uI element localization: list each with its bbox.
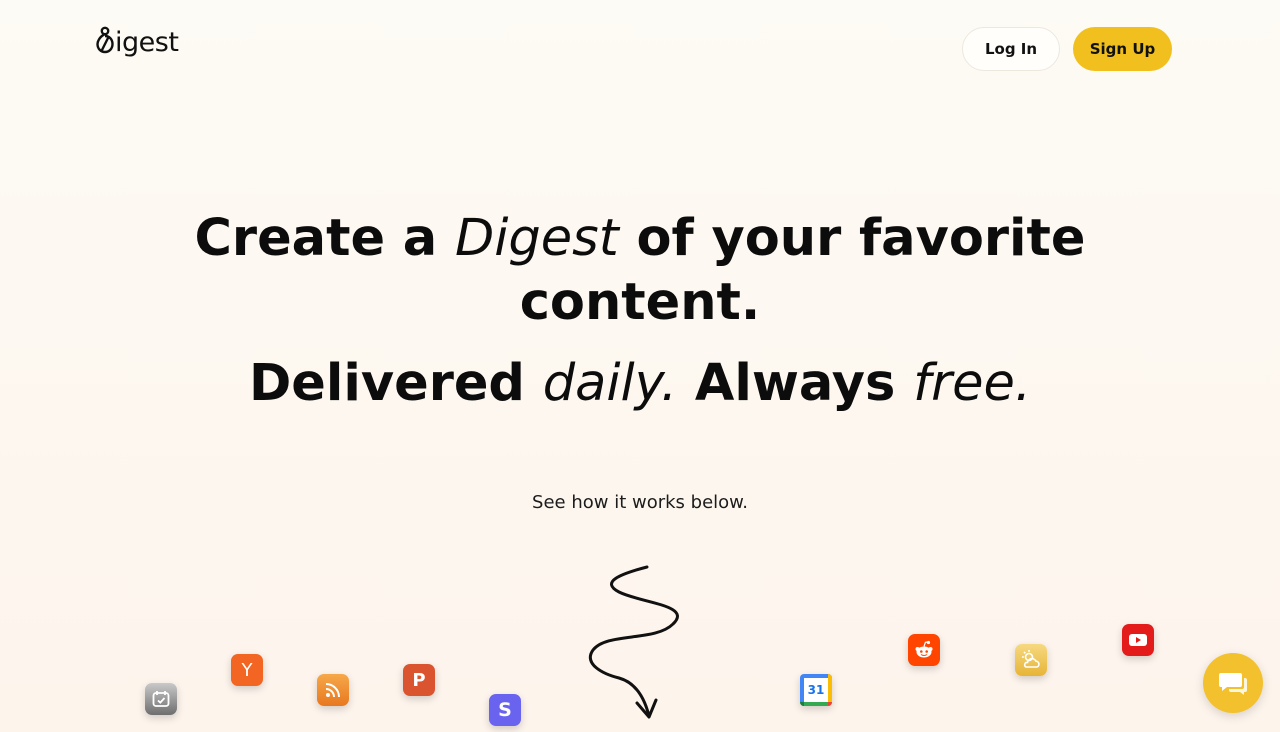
see-how-it-works-text: See how it works below. bbox=[532, 492, 748, 513]
chat-icon bbox=[1219, 673, 1247, 695]
reddit-icon bbox=[908, 634, 940, 666]
product-hunt-icon: P bbox=[403, 664, 435, 696]
signup-button[interactable]: Sign Up bbox=[1073, 27, 1172, 71]
tagline-part: Always bbox=[677, 354, 914, 413]
digest-logo-icon bbox=[96, 26, 114, 54]
hacker-news-letter: Y bbox=[241, 659, 253, 681]
rss-icon bbox=[317, 674, 349, 706]
tagline-free: free. bbox=[913, 354, 1032, 413]
calendar-number: 31 bbox=[807, 683, 825, 697]
chat-launcher-button[interactable] bbox=[1203, 653, 1263, 713]
logo-text: igest bbox=[115, 26, 179, 58]
headline-part: content. bbox=[519, 273, 761, 332]
login-button[interactable]: Log In bbox=[962, 27, 1060, 71]
tagline-part: Delivered bbox=[248, 354, 543, 413]
hero-headline: Create a Digest of your favorite content… bbox=[0, 207, 1280, 335]
hero-tagline: Delivered daily. Always free. bbox=[0, 354, 1280, 414]
headline-part: Create a bbox=[194, 209, 455, 268]
headline-part: of your favorite bbox=[618, 209, 1086, 268]
weather-icon bbox=[1015, 644, 1047, 676]
substack-icon: S bbox=[489, 694, 521, 726]
tagline-daily: daily. bbox=[542, 354, 678, 413]
substack-letter: S bbox=[498, 699, 512, 721]
calendar-check-icon bbox=[145, 683, 177, 715]
headline-digest-word: Digest bbox=[454, 209, 619, 268]
squiggle-arrow-icon bbox=[589, 565, 679, 719]
digest-logo[interactable]: igest bbox=[96, 26, 179, 58]
hacker-news-icon: Y bbox=[231, 654, 263, 686]
google-calendar-icon: 31 bbox=[800, 674, 832, 706]
product-hunt-letter: P bbox=[412, 669, 426, 691]
youtube-icon bbox=[1122, 624, 1154, 656]
